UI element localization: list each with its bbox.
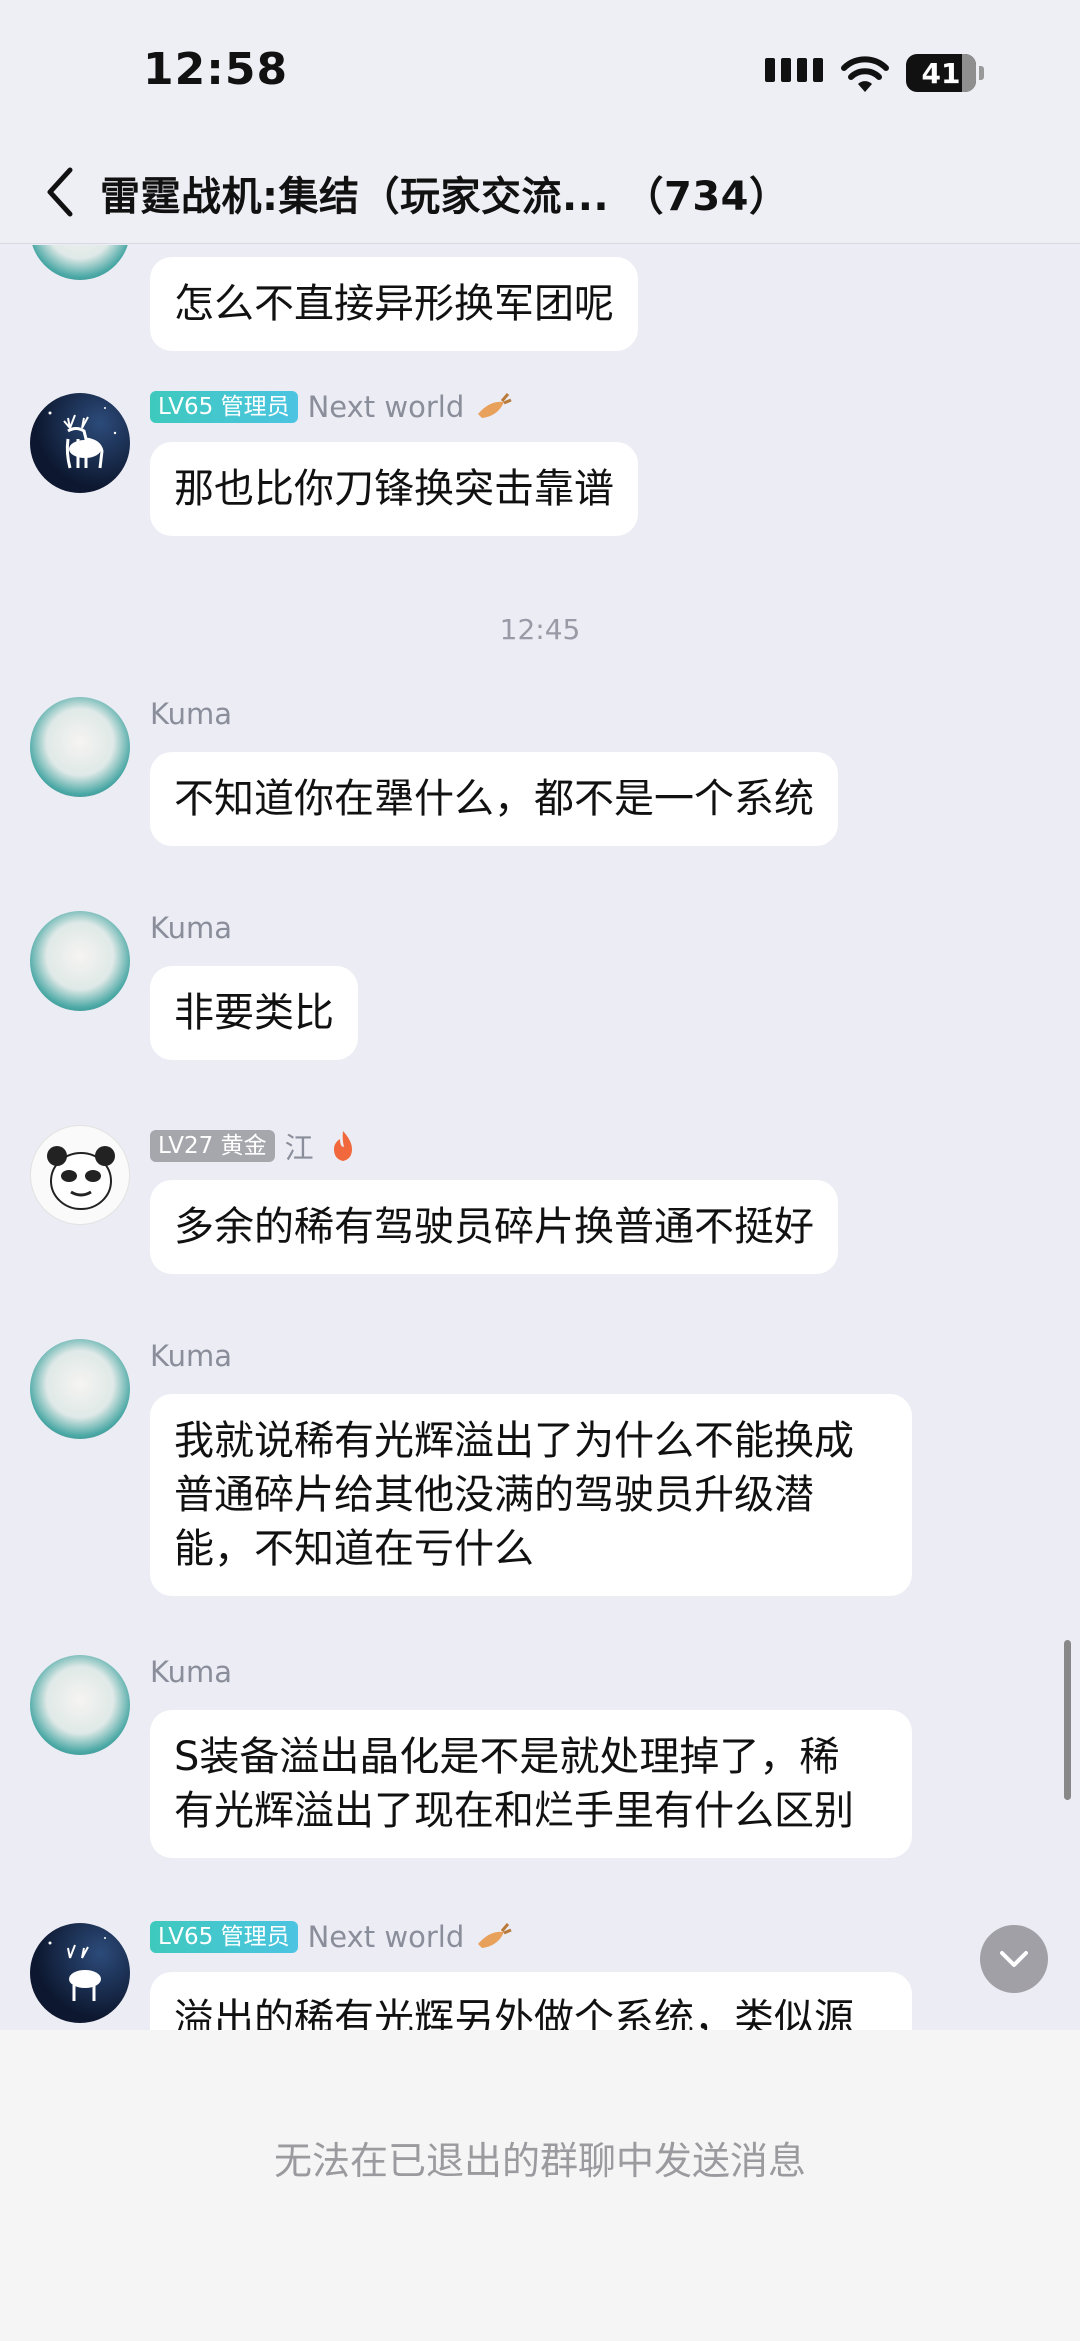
avatar[interactable]	[30, 1125, 130, 1225]
avatar[interactable]	[30, 911, 130, 1011]
status-time: 12:58	[143, 44, 289, 95]
sender-row: Kuma	[150, 911, 232, 945]
chevron-left-icon	[47, 167, 73, 217]
status-bar: 12:58 41	[0, 0, 1080, 140]
cellular-signal-icon	[765, 58, 823, 82]
scrollbar[interactable]	[1064, 1640, 1071, 1800]
wifi-icon	[841, 56, 889, 92]
role-badge: LV27 黄金	[150, 1130, 275, 1162]
sender-row: LV27 黄金 江	[150, 1125, 362, 1167]
sender-row: Kuma	[150, 1655, 232, 1689]
message-bubble[interactable]: 非要类比	[150, 966, 358, 1060]
message-bubble[interactable]: 怎么不直接异形换军团呢	[150, 257, 638, 351]
avatar[interactable]	[30, 697, 130, 797]
back-button[interactable]	[30, 160, 90, 224]
message-bubble[interactable]: 那也比你刀锋换突击靠谱	[150, 442, 638, 536]
message-line: 我就说稀有光辉溢出了为什么不能换成	[174, 1418, 854, 1464]
deer-icon	[48, 407, 117, 469]
message-bubble[interactable]: 溢出的稀有光辉另外做个系统，类似源	[150, 1972, 912, 2030]
sender-row: LV65 管理员 Next world	[150, 390, 512, 424]
flame-icon	[333, 1131, 352, 1161]
sender-name[interactable]: Kuma	[150, 1339, 232, 1373]
time-divider: 12:45	[499, 613, 581, 646]
avatar[interactable]	[30, 1339, 130, 1439]
message-line: 普通碎片给其他没满的驾驶员升级潜	[174, 1472, 814, 1518]
sender-row: LV65 管理员 Next world	[150, 1920, 512, 1954]
avatar[interactable]	[30, 1923, 130, 2023]
cannot-send-notice: 无法在已退出的群聊中发送消息	[273, 2139, 806, 2183]
deer-icon	[48, 1937, 106, 2001]
message-bubble[interactable]: 不知道你在犟什么，都不是一个系统	[150, 752, 838, 846]
chevron-down-icon	[1000, 1951, 1028, 1967]
role-badge: LV65 管理员	[150, 391, 298, 423]
avatar[interactable]	[30, 393, 130, 493]
message-line: S装备溢出晶化是不是就处理掉了，稀	[174, 1734, 840, 1780]
avatar[interactable]	[30, 1655, 130, 1755]
carrot-emoji-icon	[478, 1923, 512, 1948]
carrot-emoji-icon	[478, 393, 512, 418]
chat-header: 雷霆战机:集结（玩家交流... （734）	[0, 140, 1080, 244]
battery-icon: 41	[906, 54, 984, 92]
message-line: 有光辉溢出了现在和烂手里有什么区别	[174, 1788, 854, 1834]
message-bubble[interactable]: 我就说稀有光辉溢出了为什么不能换成 普通碎片给其他没满的驾驶员升级潜 能，不知道…	[150, 1394, 912, 1596]
message-bubble[interactable]: S装备溢出晶化是不是就处理掉了，稀 有光辉溢出了现在和烂手里有什么区别	[150, 1710, 912, 1858]
panda-meme-icon	[47, 1146, 115, 1210]
role-badge: LV65 管理员	[150, 1921, 298, 1953]
battery-level: 41	[921, 56, 961, 90]
sender-name[interactable]: Next world	[308, 390, 465, 424]
sender-name[interactable]: 江	[285, 1125, 314, 1167]
sender-name[interactable]: Kuma	[150, 911, 232, 945]
message-line: 能，不知道在亏什么	[174, 1526, 534, 1572]
sender-name[interactable]: Kuma	[150, 697, 232, 731]
avatar[interactable]	[30, 245, 130, 280]
input-area-disabled: 无法在已退出的群聊中发送消息	[0, 2030, 1080, 2341]
message-list[interactable]: 怎么不直接异形换军团呢 LV65 管理员 Next world 那也比你刀锋换突…	[0, 245, 1080, 2030]
sender-name[interactable]: Kuma	[150, 1655, 232, 1689]
jump-to-bottom-button[interactable]	[980, 1925, 1048, 1993]
sender-row: Kuma	[150, 1339, 232, 1373]
message-bubble[interactable]: 多余的稀有驾驶员碎片换普通不挺好	[150, 1180, 838, 1274]
sender-row: Kuma	[150, 697, 232, 731]
sender-name[interactable]: Next world	[308, 1920, 465, 1954]
chat-title[interactable]: 雷霆战机:集结（玩家交流... （734）	[100, 164, 790, 222]
